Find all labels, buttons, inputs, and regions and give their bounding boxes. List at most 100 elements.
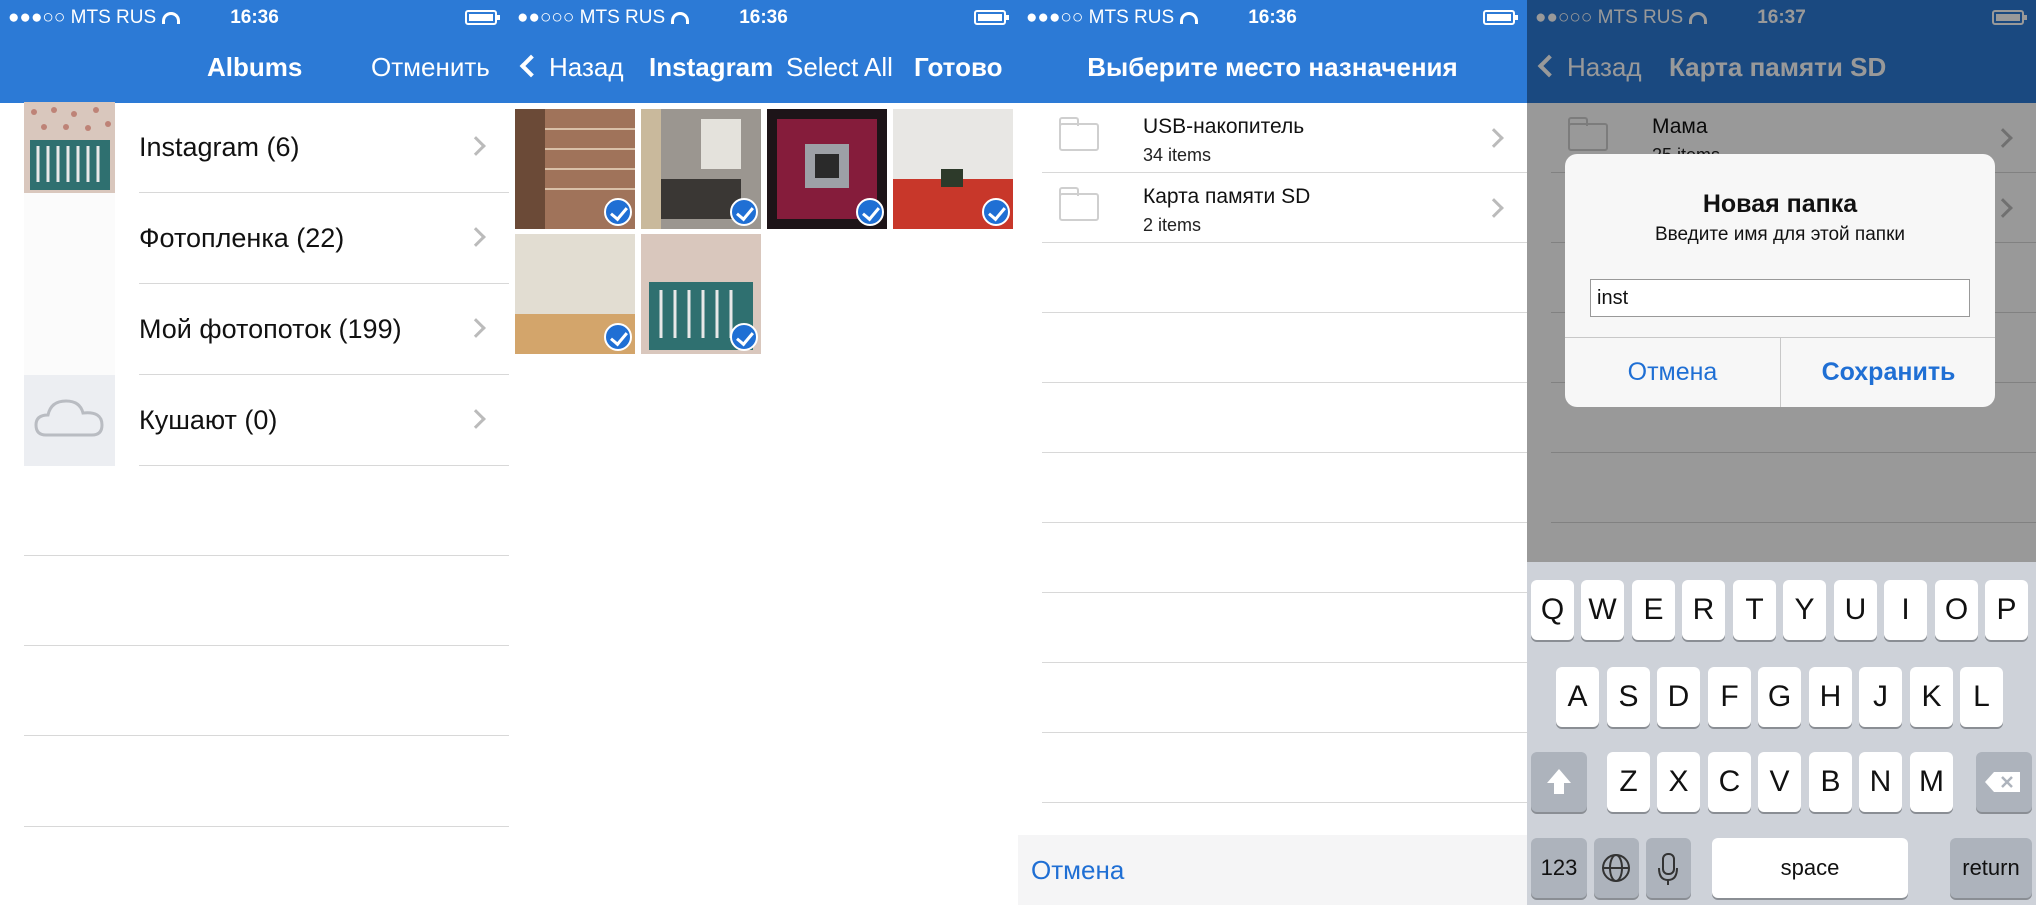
keyboard: Q W E R T Y U I O P A S D F G H J K L Z … bbox=[1527, 562, 2036, 905]
divider bbox=[24, 555, 509, 556]
photo-thumbnail[interactable] bbox=[767, 109, 887, 229]
key-k[interactable]: K bbox=[1910, 667, 1953, 727]
key-e[interactable]: E bbox=[1632, 580, 1675, 640]
divider bbox=[24, 735, 509, 736]
chevron-right-icon bbox=[1484, 198, 1504, 218]
key-t[interactable]: T bbox=[1733, 580, 1776, 640]
album-label: Мой фотопоток (199) bbox=[139, 314, 402, 344]
microphone-icon bbox=[1658, 853, 1678, 885]
photo-thumbnail[interactable] bbox=[515, 109, 635, 229]
shift-arrow-icon bbox=[1547, 769, 1571, 794]
key-z[interactable]: Z bbox=[1607, 752, 1650, 812]
divider bbox=[24, 826, 509, 827]
photo-thumbnail[interactable] bbox=[893, 109, 1013, 229]
key-p[interactable]: P bbox=[1985, 580, 2028, 640]
key-u[interactable]: U bbox=[1834, 580, 1877, 640]
folder-name-input[interactable] bbox=[1590, 279, 1970, 317]
chevron-right-icon bbox=[466, 136, 486, 156]
back-button[interactable]: Назад bbox=[519, 52, 624, 83]
key-v[interactable]: V bbox=[1758, 752, 1801, 812]
key-n[interactable]: N bbox=[1859, 752, 1902, 812]
photo-thumbnail[interactable] bbox=[641, 109, 761, 229]
chevron-left-icon bbox=[519, 54, 543, 78]
status-bar: ●●●○○ MTS RUS 16:36 bbox=[0, 0, 509, 36]
destination-count: 2 items bbox=[1143, 215, 1202, 235]
album-row-kushayut[interactable]: Кушают (0) bbox=[0, 375, 509, 466]
key-r[interactable]: R bbox=[1682, 580, 1725, 640]
album-row-instagram[interactable]: Instagram (6) bbox=[0, 102, 509, 193]
album-row-camera-roll[interactable]: Фотопленка (22) bbox=[0, 193, 509, 284]
key-j[interactable]: J bbox=[1859, 667, 1902, 727]
destination-sd-card[interactable]: Карта памяти SD 2 items bbox=[1042, 173, 1527, 243]
status-bar: ●●○○○ MTS RUS 16:36 bbox=[509, 0, 1018, 36]
divider bbox=[1042, 662, 1527, 663]
key-a[interactable]: A bbox=[1556, 667, 1599, 727]
photo-picker-screen: ●●○○○ MTS RUS 16:36 Назад Instagram Sele… bbox=[509, 0, 1018, 905]
select-all-button[interactable]: Select All bbox=[786, 52, 893, 83]
key-i[interactable]: I bbox=[1884, 580, 1927, 640]
key-s[interactable]: S bbox=[1607, 667, 1650, 727]
chevron-right-icon bbox=[466, 409, 486, 429]
key-d[interactable]: D bbox=[1657, 667, 1700, 727]
key-x[interactable]: X bbox=[1657, 752, 1700, 812]
checkmark-icon bbox=[982, 198, 1010, 226]
new-folder-dialog: Новая папка Введите имя для этой папки О… bbox=[1565, 154, 1995, 407]
key-b[interactable]: B bbox=[1809, 752, 1852, 812]
checkmark-icon bbox=[856, 198, 884, 226]
clock: 16:36 bbox=[230, 7, 279, 28]
globe-icon bbox=[1602, 854, 1630, 882]
clock: 16:36 bbox=[1248, 7, 1297, 28]
backspace-key[interactable] bbox=[1976, 752, 2032, 812]
key-h[interactable]: H bbox=[1809, 667, 1852, 727]
key-f[interactable]: F bbox=[1708, 667, 1751, 727]
photo-thumbnail[interactable] bbox=[515, 234, 635, 354]
divider bbox=[1042, 312, 1527, 313]
key-l[interactable]: L bbox=[1960, 667, 2003, 727]
chevron-right-icon bbox=[466, 227, 486, 247]
dictation-key[interactable] bbox=[1646, 838, 1691, 898]
key-m[interactable]: M bbox=[1910, 752, 1953, 812]
key-w[interactable]: W bbox=[1581, 580, 1624, 640]
destination-name: USB-накопитель bbox=[1143, 115, 1305, 138]
key-o[interactable]: O bbox=[1935, 580, 1978, 640]
navbar: ●●○○○ MTS RUS 16:36 Назад Instagram Sele… bbox=[509, 0, 1018, 103]
destination-name: Карта памяти SD bbox=[1143, 185, 1311, 208]
save-button[interactable]: Сохранить bbox=[1781, 337, 1995, 407]
status-bar: ●●●○○ MTS RUS 16:36 bbox=[1018, 0, 1527, 36]
backspace-icon bbox=[1985, 772, 2020, 792]
divider bbox=[1042, 522, 1527, 523]
battery-icon bbox=[974, 10, 1009, 25]
navbar: ●●●○○ MTS RUS 16:36 Выберите место назна… bbox=[1018, 0, 1527, 103]
cancel-button[interactable]: Отменить bbox=[371, 52, 490, 83]
photo-thumbnail[interactable] bbox=[641, 234, 761, 354]
numbers-key[interactable]: 123 bbox=[1531, 838, 1587, 898]
cancel-button[interactable]: Отмена bbox=[1565, 337, 1780, 407]
globe-key[interactable] bbox=[1594, 838, 1639, 898]
checkmark-icon bbox=[730, 198, 758, 226]
return-key[interactable]: return bbox=[1950, 838, 2032, 898]
done-button[interactable]: Готово bbox=[914, 52, 1002, 83]
space-key[interactable]: space bbox=[1712, 838, 1908, 898]
folder-icon bbox=[1059, 117, 1099, 151]
destination-usb[interactable]: USB-накопитель 34 items bbox=[1042, 103, 1527, 173]
key-g[interactable]: G bbox=[1758, 667, 1801, 727]
cancel-button[interactable]: Отмена bbox=[1031, 855, 1124, 886]
bottom-toolbar: Отмена bbox=[1018, 835, 1527, 905]
album-thumbnail bbox=[24, 193, 115, 284]
shift-key[interactable] bbox=[1531, 752, 1587, 812]
albums-screen: ●●●○○ MTS RUS 16:36 Albums Отменить Inst… bbox=[0, 0, 509, 905]
key-c[interactable]: C bbox=[1708, 752, 1751, 812]
divider bbox=[1042, 452, 1527, 453]
divider bbox=[1042, 592, 1527, 593]
dialog-title: Новая папка bbox=[1702, 190, 1858, 218]
page-title: Instagram bbox=[649, 52, 774, 82]
key-q[interactable]: Q bbox=[1531, 580, 1574, 640]
album-row-photostream[interactable]: Мой фотопоток (199) bbox=[0, 284, 509, 375]
divider bbox=[1042, 242, 1527, 243]
destination-count: 34 items bbox=[1143, 145, 1212, 165]
checkmark-icon bbox=[730, 323, 758, 351]
key-y[interactable]: Y bbox=[1783, 580, 1826, 640]
navbar: ●●●○○ MTS RUS 16:36 Albums Отменить bbox=[0, 0, 509, 103]
divider bbox=[1042, 382, 1527, 383]
chevron-right-icon bbox=[466, 318, 486, 338]
